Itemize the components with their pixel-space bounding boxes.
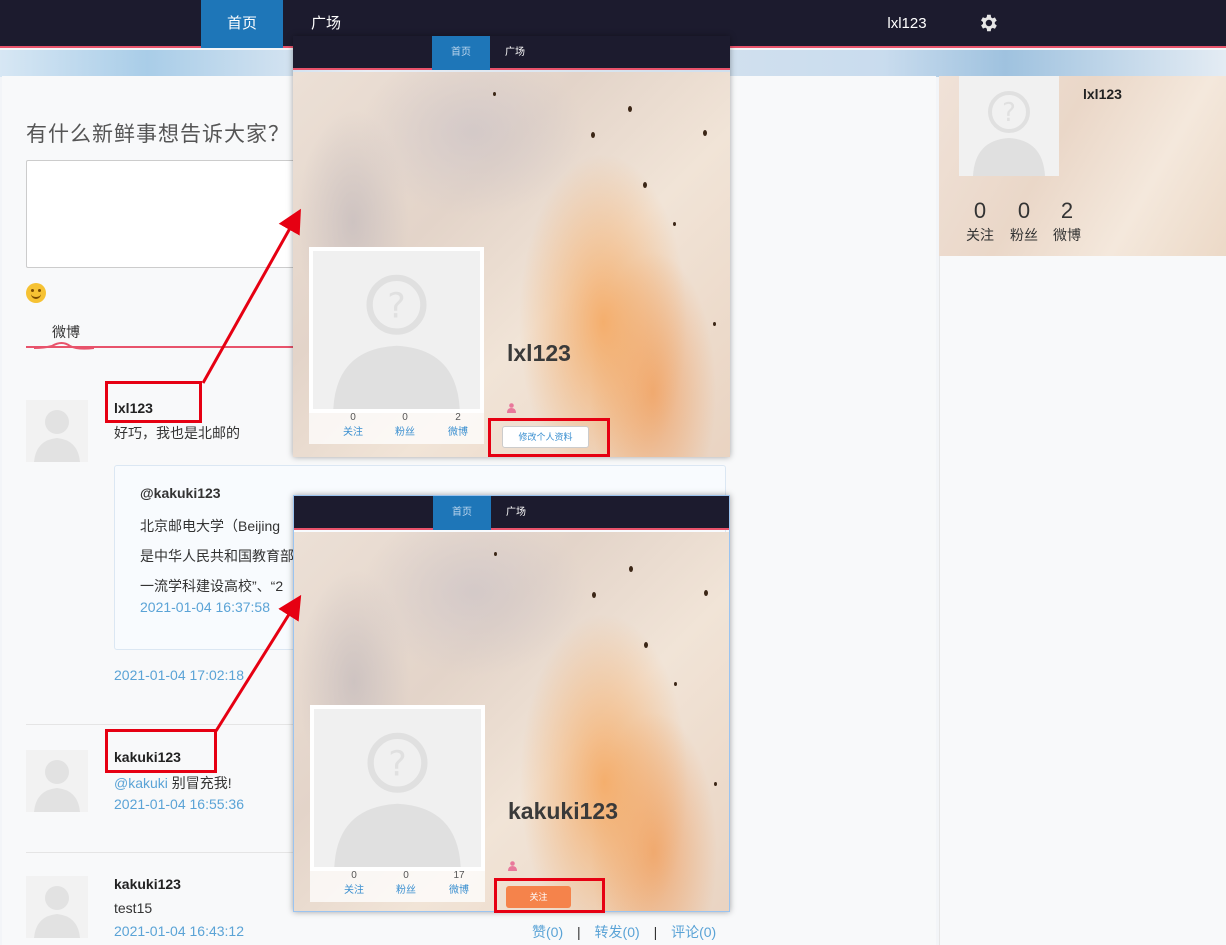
stat-following[interactable]: 0 关注 — [960, 198, 1000, 245]
popup-stat-posts[interactable]: 2 微博 — [438, 412, 478, 438]
post-divider — [26, 852, 296, 853]
mention-link[interactable]: @kakuki — [114, 775, 168, 791]
stat-label: 微博 — [448, 427, 468, 438]
popup-nav-home[interactable]: 首页 — [433, 496, 491, 530]
stat-label: 粉丝 — [395, 427, 415, 438]
default-avatar-icon — [26, 876, 88, 938]
popup-navbar: 首页 广场 — [294, 496, 729, 530]
stat-value: 17 — [453, 870, 465, 881]
smile-emoji-icon[interactable] — [26, 283, 46, 303]
default-avatar-icon: ? — [333, 274, 460, 409]
post-timestamp: 2021-01-04 16:43:12 — [114, 923, 244, 939]
stat-followers[interactable]: 0 粉丝 — [1004, 198, 1044, 245]
default-avatar-icon: ? — [334, 732, 461, 867]
post-text: @kakuki 别冒充我! — [114, 773, 232, 793]
stat-value: 0 — [1017, 198, 1031, 223]
stat-label: 关注 — [343, 427, 363, 438]
post-text: test15 — [114, 900, 153, 916]
stat-label: 粉丝 — [1010, 227, 1038, 243]
svg-text:?: ? — [388, 744, 406, 784]
popup-username: kakuki123 — [508, 798, 618, 824]
nav-username-link[interactable]: lxl123 — [872, 0, 942, 48]
stat-value: 0 — [403, 870, 409, 881]
comment-link[interactable]: 评论(0) — [671, 924, 716, 940]
person-icon — [508, 861, 517, 871]
stat-label: 关注 — [966, 227, 994, 243]
default-avatar-icon: ? — [959, 76, 1059, 176]
post-timestamp: 2021-01-04 16:55:36 — [114, 796, 244, 812]
svg-text:?: ? — [1002, 98, 1016, 128]
quoted-text-line: 是中华人民共和国教育部 — [140, 548, 294, 564]
popup-avatar[interactable]: ? — [310, 705, 485, 871]
stat-value: 2 — [1060, 198, 1074, 223]
popup-nav-home[interactable]: 首页 — [432, 36, 490, 70]
nav-home-tab[interactable]: 首页 — [201, 0, 283, 48]
popup-stat-followers[interactable]: 0 粉丝 — [385, 412, 425, 438]
profile-popup-self: 首页 广场 ? 0 关注 0 粉丝 2 微博 lxl123 修改个人资料 — [293, 36, 730, 457]
quoted-text-line: 北京邮电大学（Beijing — [140, 518, 281, 534]
quoted-username[interactable]: @kakuki123 — [140, 485, 221, 501]
annotation-box — [105, 381, 202, 423]
separator: | — [653, 924, 658, 940]
popup-username: lxl123 — [507, 340, 571, 366]
annotation-box — [494, 878, 605, 913]
quoted-timestamp: 2021-01-04 16:37:58 — [140, 599, 270, 615]
repost-link[interactable]: 转发(0) — [595, 924, 640, 940]
post-text: 好巧，我也是北邮的 — [114, 425, 240, 441]
stat-posts[interactable]: 2 微博 — [1047, 198, 1087, 245]
avatar[interactable] — [26, 750, 88, 812]
popup-stats: 0 关注 0 粉丝 17 微博 — [310, 869, 485, 902]
stat-value: 0 — [351, 870, 357, 881]
default-avatar-icon — [26, 400, 88, 462]
post-actions: 赞(0) | 转发(0) | 评论(0) — [532, 922, 716, 942]
quoted-text-line: 一流学科建设高校”、“2 — [140, 578, 284, 594]
composer-textarea[interactable] — [26, 160, 306, 268]
stat-value: 0 — [402, 412, 408, 423]
post-text-body: 别冒充我! — [167, 775, 232, 791]
stat-label: 关注 — [344, 885, 364, 896]
person-icon — [507, 403, 516, 413]
composer-title: 有什么新鲜事想告诉大家？ — [26, 122, 290, 146]
profile-username[interactable]: lxl123 — [1083, 86, 1122, 102]
popup-navbar: 首页 广场 — [293, 36, 730, 70]
popup-stat-posts[interactable]: 17 微博 — [439, 870, 479, 896]
annotation-box — [488, 418, 610, 457]
stat-value: 0 — [350, 412, 356, 423]
popup-avatar[interactable]: ? — [309, 247, 484, 413]
stat-value: 2 — [455, 412, 461, 423]
popup-stats: 0 关注 0 粉丝 2 微博 — [309, 411, 484, 444]
avatar[interactable] — [26, 876, 88, 938]
like-link[interactable]: 赞(0) — [532, 924, 563, 940]
stat-label: 微博 — [449, 885, 469, 896]
popup-nav-square[interactable]: 广场 — [506, 496, 526, 530]
popup-stat-following[interactable]: 0 关注 — [334, 870, 374, 896]
post-timestamp: 2021-01-04 17:02:18 — [114, 667, 244, 683]
profile-avatar[interactable]: ? — [959, 76, 1059, 176]
tab-wave-decoration — [34, 342, 94, 350]
stat-value: 0 — [973, 198, 987, 223]
popup-nav-square[interactable]: 广场 — [505, 36, 525, 70]
post-username[interactable]: kakuki123 — [114, 876, 181, 892]
annotation-box — [105, 729, 217, 773]
stat-label: 粉丝 — [396, 885, 416, 896]
separator: | — [577, 924, 581, 940]
stat-label: 微博 — [1053, 227, 1081, 243]
svg-text:?: ? — [387, 286, 405, 326]
popup-stat-followers[interactable]: 0 粉丝 — [386, 870, 426, 896]
avatar[interactable] — [26, 400, 88, 462]
post-divider — [26, 724, 296, 725]
profile-popup-other: 首页 广场 ? 0 关注 0 粉丝 17 微博 kakuki123 关注 — [293, 495, 730, 912]
gear-icon[interactable] — [975, 12, 1001, 38]
default-avatar-icon — [26, 750, 88, 812]
popup-stat-following[interactable]: 0 关注 — [333, 412, 373, 438]
